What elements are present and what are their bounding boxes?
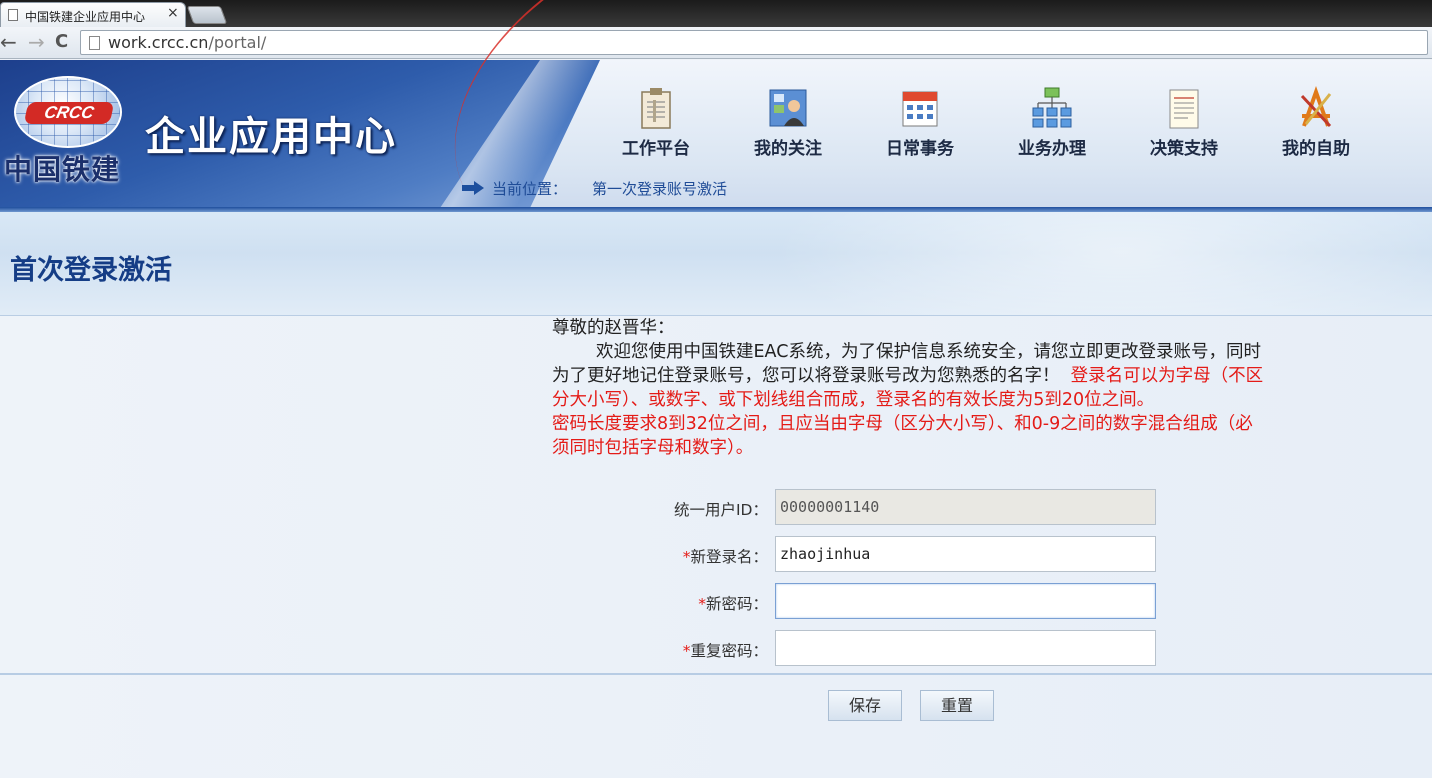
portal-title: 企业应用中心 <box>145 114 397 160</box>
notice-body: 欢迎您使用中国铁建EAC系统，为了保护信息系统安全，请您立即更改登录账号，同时为… <box>552 340 1270 412</box>
password-rule: 密码长度要求8到32位之间，且应当由字母（区分大小写）、和0-9之间的数字混合组… <box>552 414 1253 458</box>
new-password-field[interactable] <box>775 583 1156 619</box>
close-icon[interactable]: × <box>167 5 179 21</box>
greeting: 尊敬的赵晋华： <box>552 318 675 338</box>
back-icon[interactable]: ← <box>0 31 17 53</box>
nav-label: 工作平台 <box>622 139 690 159</box>
nav-item-self-service[interactable]: 我的自助 <box>1250 82 1382 162</box>
logo-text: 中国铁建 <box>4 153 121 186</box>
form-divider <box>0 673 1432 675</box>
address-bar[interactable]: work.crcc.cn/portal/ <box>80 30 1428 55</box>
url-host: work.crcc.cn <box>108 33 209 52</box>
crcc-logo: CRCC <box>14 76 122 148</box>
nav-label: 我的自助 <box>1282 139 1350 159</box>
form-row-password: *新密码： <box>560 583 1160 619</box>
nav-item-business[interactable]: 业务办理 <box>986 82 1118 162</box>
location-label: 当前位置： <box>492 180 568 198</box>
nav-item-workbench[interactable]: 工作平台 <box>590 82 722 162</box>
nav-label: 我的关注 <box>754 139 822 159</box>
reload-icon[interactable]: C <box>55 31 68 53</box>
username-label: *新登录名： <box>682 548 768 566</box>
password-label: *新密码： <box>698 595 768 613</box>
nav-label: 决策支持 <box>1150 139 1218 159</box>
browser-toolbar: ← → C work.crcc.cn/portal/ <box>0 27 1432 59</box>
nav-item-decision[interactable]: 决策支持 <box>1118 82 1250 162</box>
page-title-bar: 首次登录激活 <box>0 212 1432 316</box>
page-icon <box>8 9 18 21</box>
form-row-uid: 统一用户ID： <box>560 489 1160 525</box>
page-title: 首次登录激活 <box>10 255 172 286</box>
clipboard-icon <box>641 88 671 129</box>
document-icon <box>1169 89 1199 129</box>
uid-field <box>775 489 1156 525</box>
portal-header: CRCC 中国铁建 企业应用中心 工作平台 我的关注 日常事务 业务办理 决策支… <box>0 0 1432 208</box>
calendar-icon <box>902 91 938 127</box>
new-tab-button[interactable] <box>186 6 228 24</box>
nav-item-my-focus[interactable]: 我的关注 <box>722 82 854 162</box>
location-value: 第一次登录账号激活 <box>592 180 728 198</box>
nav-item-daily-affairs[interactable]: 日常事务 <box>854 82 986 162</box>
required-mark: * <box>698 595 706 613</box>
form-row-confirm: *重复密码： <box>560 630 1160 666</box>
confirm-label: *重复密码： <box>682 642 768 660</box>
form-row-username: *新登录名： <box>560 536 1160 572</box>
activation-form-panel: 尊敬的赵晋华： 欢迎您使用中国铁建EAC系统，为了保护信息系统安全，请您立即更改… <box>0 316 1432 778</box>
uid-label: 统一用户ID： <box>673 501 768 519</box>
page-icon <box>89 36 100 50</box>
forward-icon[interactable]: → <box>28 31 45 53</box>
tab-title: 中国铁建企业应用中心 <box>25 10 146 24</box>
confirm-password-field[interactable] <box>775 630 1156 666</box>
reset-button[interactable]: 重置 <box>920 690 994 721</box>
save-button[interactable]: 保存 <box>828 690 902 721</box>
tools-icon <box>1300 86 1332 128</box>
org-chart-icon <box>1032 87 1072 128</box>
user-board-icon <box>769 89 807 127</box>
nav-label: 日常事务 <box>886 139 954 159</box>
browser-tab[interactable]: 中国铁建企业应用中心 × <box>0 2 186 27</box>
nav-label: 业务办理 <box>1018 139 1086 159</box>
url-path: /portal/ <box>208 33 267 52</box>
main-nav: 工作平台 我的关注 日常事务 业务办理 决策支持 我的自助 <box>590 82 1432 162</box>
activation-notice: 尊敬的赵晋华： 欢迎您使用中国铁建EAC系统，为了保护信息系统安全，请您立即更改… <box>552 316 1270 460</box>
new-username-field[interactable] <box>775 536 1156 572</box>
breadcrumb: 当前位置： 第一次登录账号激活 <box>455 176 1432 204</box>
arrow-right-icon <box>462 181 484 195</box>
logo-mark: CRCC <box>23 102 115 124</box>
browser-tab-strip: 中国铁建企业应用中心 × <box>0 0 1432 27</box>
